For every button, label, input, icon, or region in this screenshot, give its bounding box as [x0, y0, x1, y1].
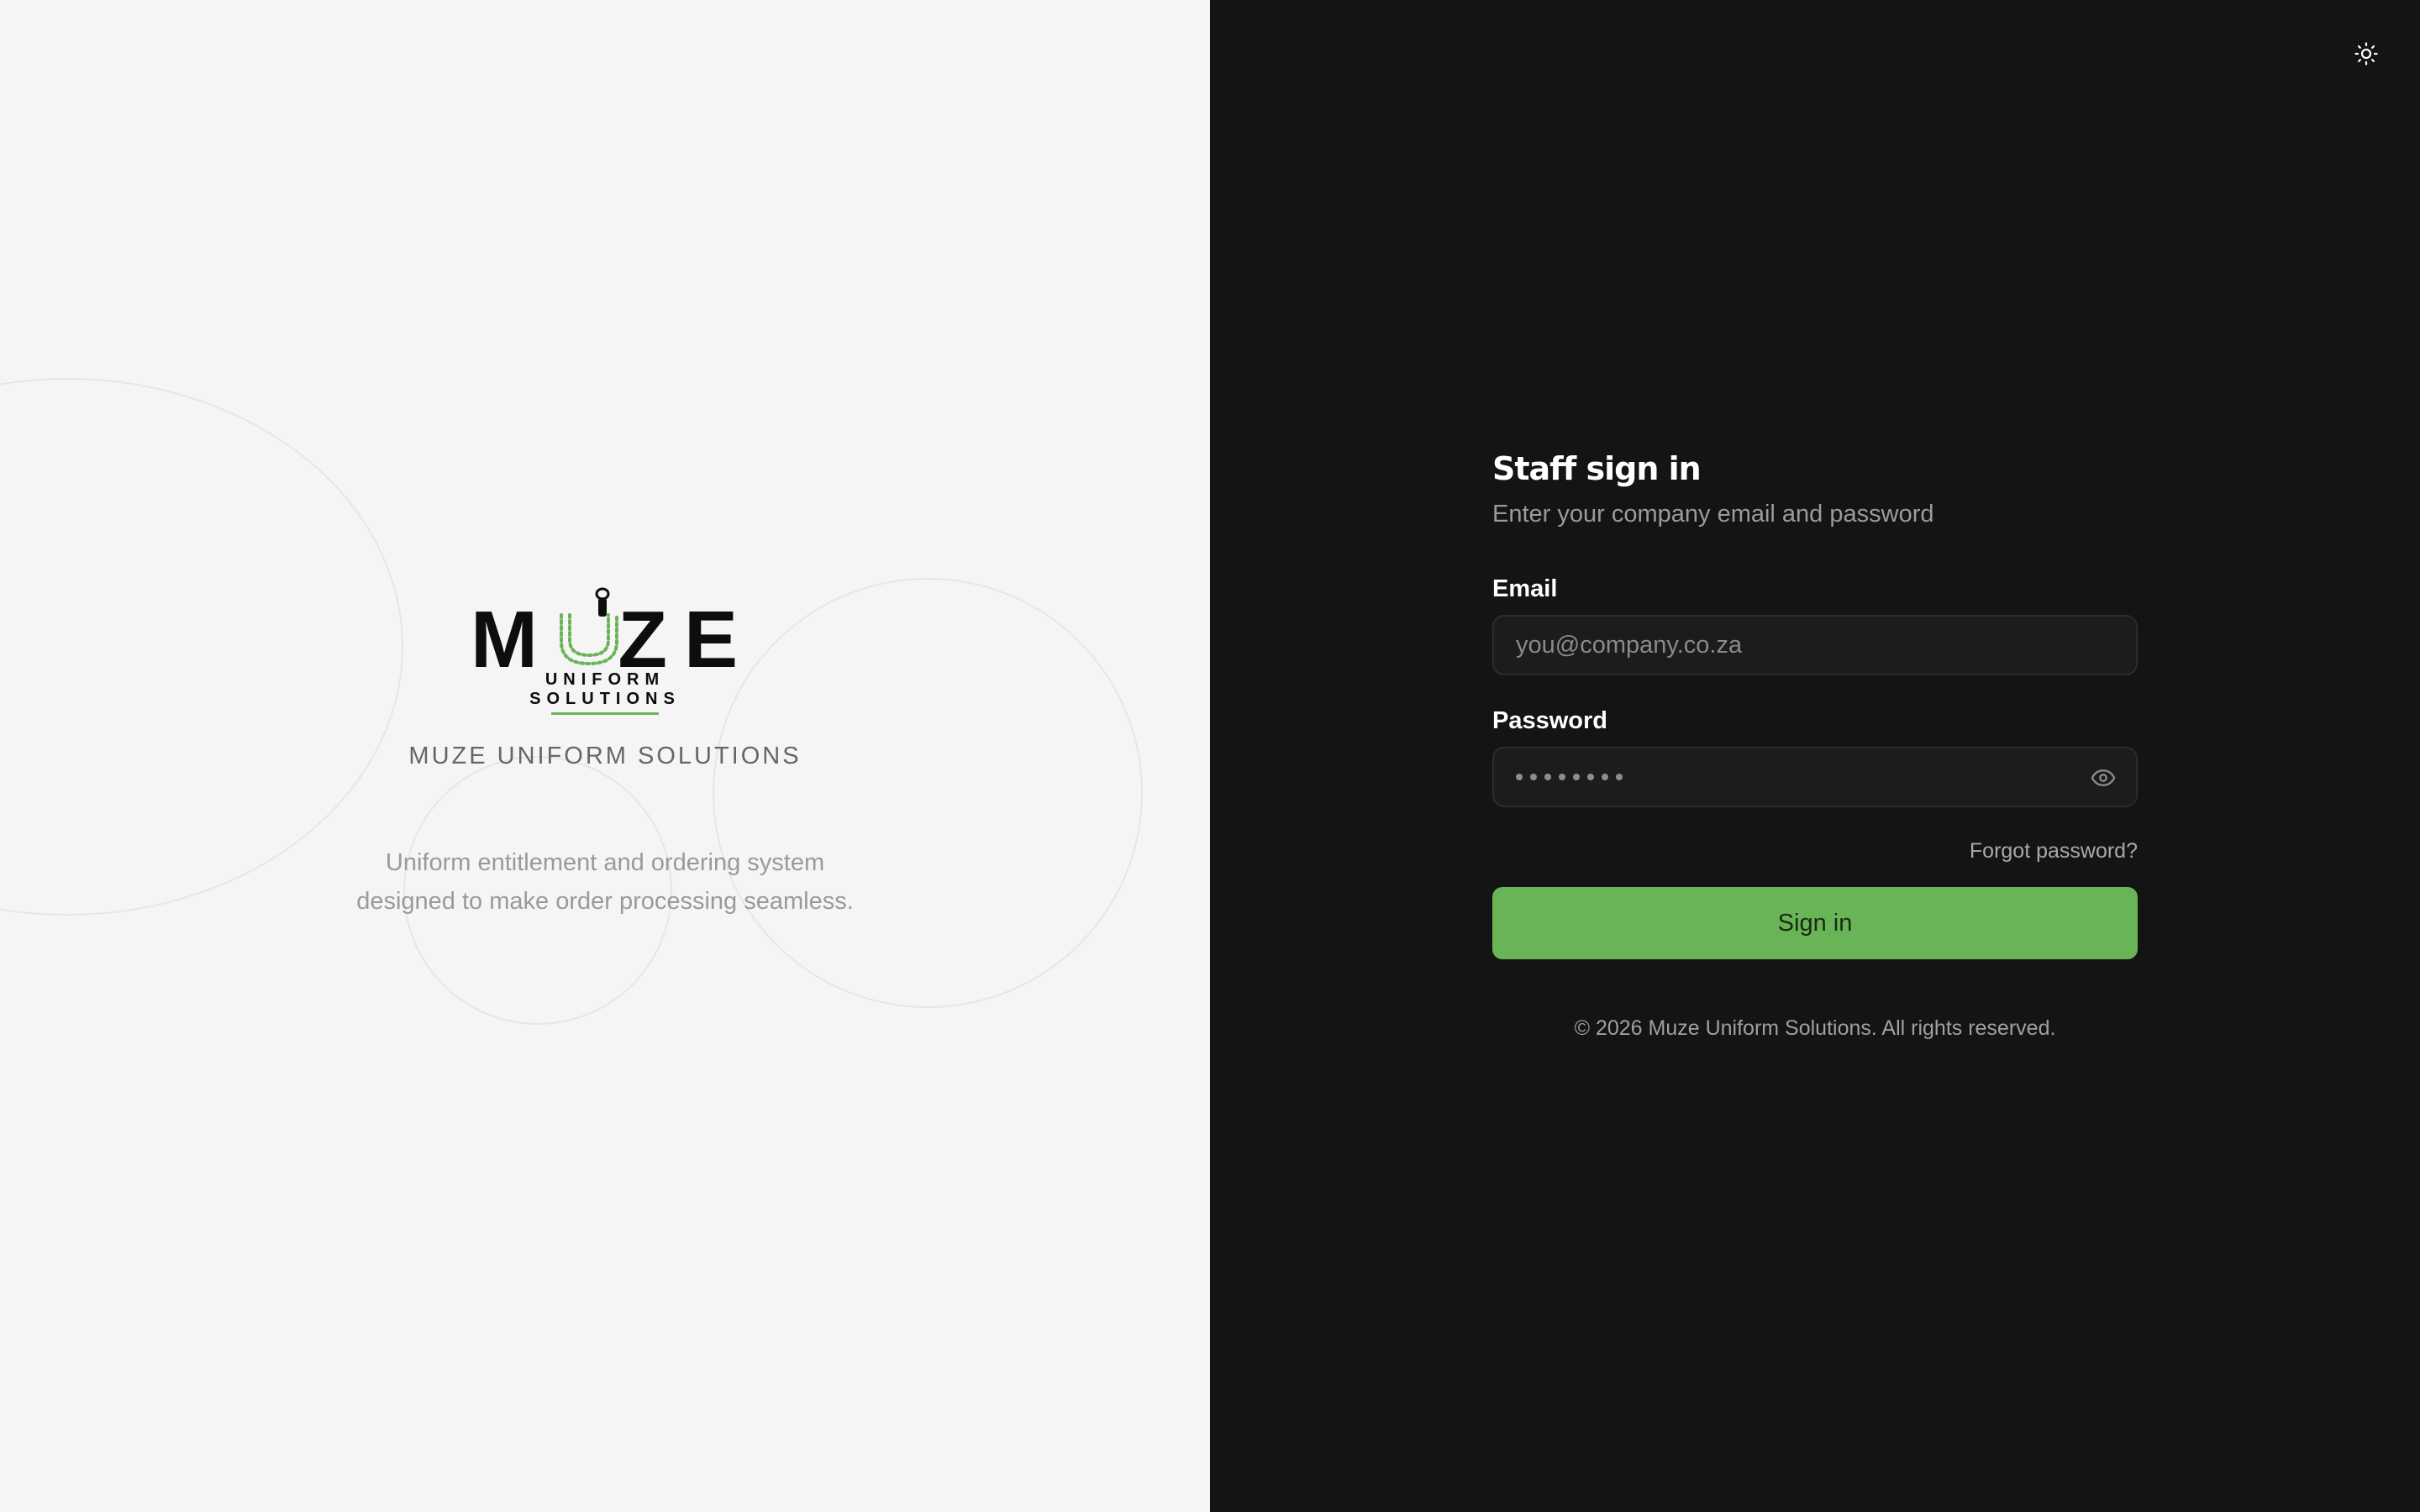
- theme-toggle-button[interactable]: [2349, 37, 2383, 71]
- email-label: Email: [1492, 575, 1558, 602]
- password-field-wrapper: [1492, 747, 2138, 807]
- sign-in-form: Staff sign in Enter your company email a…: [1492, 445, 2138, 1041]
- zipper-u-icon: [560, 587, 618, 666]
- forgot-password-link[interactable]: Forgot password?: [1492, 839, 2138, 864]
- password-label: Password: [1492, 707, 1607, 734]
- muze-logo: M Z E UNIFORM SOLUTIONS: [471, 586, 739, 708]
- brand-divider: [551, 712, 659, 715]
- toggle-password-visibility-button[interactable]: [2089, 764, 2118, 792]
- brand-description: Uniform entitlement and ordering system …: [0, 843, 1210, 921]
- brand-description-line: Uniform entitlement and ordering system: [385, 849, 825, 876]
- email-field-wrapper: [1492, 615, 2138, 675]
- password-placeholder-dots: [1516, 748, 1623, 806]
- page-title: Staff sign in: [1492, 450, 1702, 487]
- logo-letter-e: E: [683, 595, 739, 685]
- sun-icon: [2354, 42, 2378, 66]
- brand-name: MUZE UNIFORM SOLUTIONS: [408, 743, 802, 769]
- logo-tagline: UNIFORM SOLUTIONS: [529, 670, 681, 708]
- logo-letter-m: M: [471, 595, 539, 685]
- sign-in-button[interactable]: Sign in: [1492, 887, 2138, 959]
- page-subtitle: Enter your company email and password: [1492, 501, 1934, 528]
- copyright-text: © 2026 Muze Uniform Solutions. All right…: [1574, 1016, 2056, 1040]
- sign-in-panel: Staff sign in Enter your company email a…: [1210, 0, 2420, 1512]
- brand-content: M Z E UNIFORM SOLUTIONS MUZE UNIFORM SOL…: [0, 0, 1210, 1512]
- brand-description-line: designed to make order processing seamle…: [356, 888, 854, 915]
- eye-icon: [2091, 769, 2116, 786]
- email-field[interactable]: [1494, 617, 2136, 674]
- brand-panel: M Z E UNIFORM SOLUTIONS MUZE UNIFORM SOL…: [0, 0, 1210, 1512]
